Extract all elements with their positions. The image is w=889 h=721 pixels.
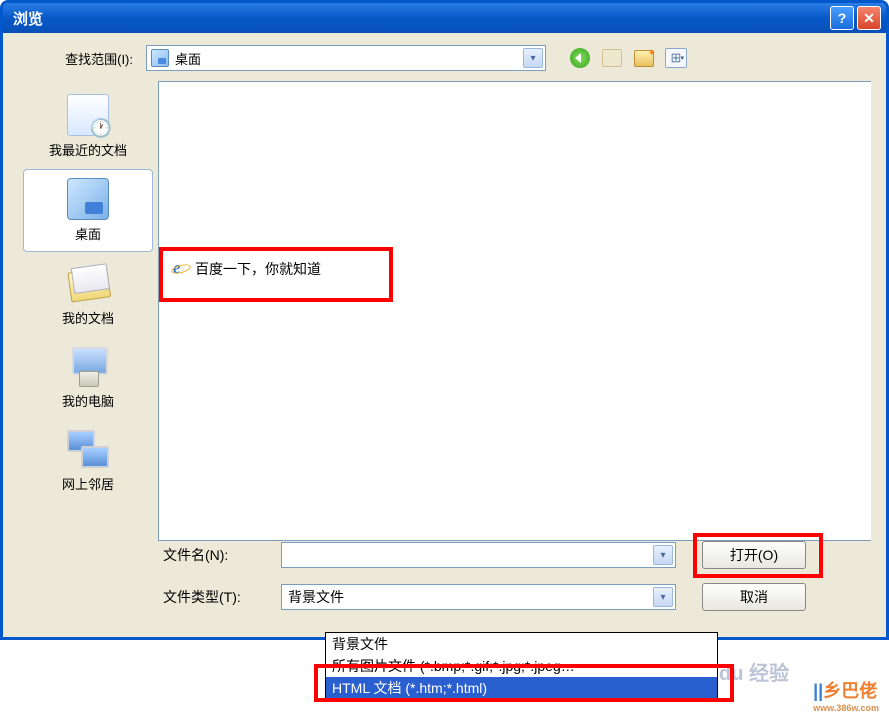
sidebar-label: 我的文档 [27, 308, 149, 327]
filetype-value: 背景文件 [288, 587, 344, 607]
lookin-combo[interactable]: 桌面 ▾ [146, 45, 546, 71]
my-computer-icon [67, 345, 109, 387]
desktop-icon [67, 178, 109, 220]
bottom-fields: 文件名(N): ▾ 打开(O) 文件类型(T): 背景文件 ▾ 取消 [163, 541, 871, 625]
recent-docs-icon [67, 94, 109, 136]
open-button[interactable]: 打开(O) [702, 541, 806, 569]
sidebar-item-mypc[interactable]: 我的电脑 [23, 337, 153, 418]
dropdown-option-selected[interactable]: HTML 文档 (*.htm;*.html) [326, 677, 717, 699]
sidebar-label: 我最近的文档 [27, 140, 149, 159]
filename-label: 文件名(N): [163, 545, 273, 565]
filetype-label: 文件类型(T): [163, 587, 273, 607]
window-title: 浏览 [13, 8, 43, 29]
help-button[interactable]: ? [830, 6, 854, 30]
up-button[interactable] [601, 47, 623, 69]
dialog-content: 查找范围(I): 桌面 ▾ ▾ 我最近的文档 桌面 [3, 33, 886, 637]
sidebar-item-desktop[interactable]: 桌面 [23, 169, 153, 252]
close-button[interactable]: ✕ [857, 6, 881, 30]
filename-row: 文件名(N): ▾ 打开(O) [163, 541, 871, 569]
file-item[interactable]: 百度一下，你就知道 [167, 257, 325, 281]
lookin-value: 桌面 [175, 49, 201, 68]
ie-icon [171, 260, 189, 278]
new-folder-button[interactable] [633, 47, 655, 69]
network-icon [67, 428, 109, 470]
browse-dialog: 浏览 ? ✕ 查找范围(I): 桌面 ▾ ▾ 我最 [0, 0, 889, 640]
file-list-pane[interactable]: 百度一下，你就知道 [158, 81, 871, 541]
titlebar-buttons: ? ✕ [830, 6, 881, 30]
chevron-down-icon[interactable]: ▾ [653, 545, 673, 565]
toolbar: ▾ [569, 47, 687, 69]
back-icon [570, 48, 590, 68]
dropdown-option[interactable]: 背景文件 [326, 633, 717, 655]
lookin-label: 查找范围(I): [18, 49, 138, 68]
my-documents-icon [64, 259, 111, 306]
views-button[interactable]: ▾ [665, 47, 687, 69]
sidebar-label: 网上邻居 [27, 474, 149, 493]
desktop-icon [151, 49, 169, 67]
sidebar-item-network[interactable]: 网上邻居 [23, 420, 153, 501]
sidebar-item-recent[interactable]: 我最近的文档 [23, 86, 153, 167]
new-folder-icon [634, 50, 654, 67]
sidebar-label: 桌面 [28, 224, 148, 243]
cancel-button[interactable]: 取消 [702, 583, 806, 611]
chevron-down-icon[interactable]: ▾ [653, 587, 673, 607]
titlebar: 浏览 ? ✕ [3, 3, 886, 33]
chevron-down-icon[interactable]: ▾ [523, 48, 543, 68]
views-icon: ▾ [665, 48, 687, 68]
lookin-row: 查找范围(I): 桌面 ▾ ▾ [18, 45, 871, 71]
filetype-dropdown[interactable]: 背景文件 所有图片文件 (*.bmp;*.gif;*.jpg;*.jpeg… H… [325, 632, 718, 700]
body-area: 我最近的文档 桌面 我的文档 我的电脑 网上邻居 [18, 81, 871, 541]
places-bar: 我最近的文档 桌面 我的文档 我的电脑 网上邻居 [18, 81, 158, 541]
sidebar-item-mydocs[interactable]: 我的文档 [23, 254, 153, 335]
watermark: ||乡巴佬 www.386w.com [813, 677, 879, 713]
folder-up-icon [602, 49, 622, 67]
filetype-combo[interactable]: 背景文件 ▾ [281, 584, 676, 610]
filetype-row: 文件类型(T): 背景文件 ▾ 取消 [163, 583, 871, 611]
sidebar-label: 我的电脑 [27, 391, 149, 410]
file-name: 百度一下，你就知道 [195, 259, 321, 279]
filename-input[interactable]: ▾ [281, 542, 676, 568]
dropdown-option[interactable]: 所有图片文件 (*.bmp;*.gif;*.jpg;*.jpeg… [326, 655, 717, 677]
back-button[interactable] [569, 47, 591, 69]
